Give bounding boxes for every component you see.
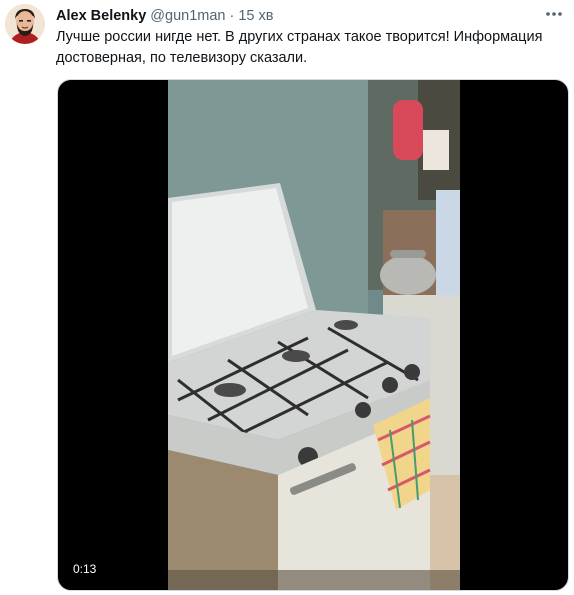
- video-timecode: 0:13: [68, 560, 102, 578]
- video-player[interactable]: 0:13: [57, 79, 569, 591]
- more-options-button[interactable]: [542, 4, 566, 24]
- author-handle[interactable]: @gun1man: [150, 8, 225, 24]
- avatar-portrait-icon: [5, 4, 45, 44]
- video-frame-kitchen-stove: [168, 80, 460, 590]
- tweet-header: Alex Belenky @gun1man · 15 хв: [56, 6, 273, 26]
- tweet-timestamp[interactable]: 15 хв: [238, 8, 273, 24]
- tweet-text: Лучше россии нигде нет. В других странах…: [56, 29, 543, 66]
- tweet[interactable]: Alex Belenky @gun1man · 15 хв Лучше росс…: [0, 0, 574, 595]
- avatar[interactable]: [5, 4, 45, 44]
- author-name[interactable]: Alex Belenky: [56, 8, 146, 24]
- more-horizontal-icon: [546, 12, 562, 16]
- separator-dot: ·: [229, 8, 235, 24]
